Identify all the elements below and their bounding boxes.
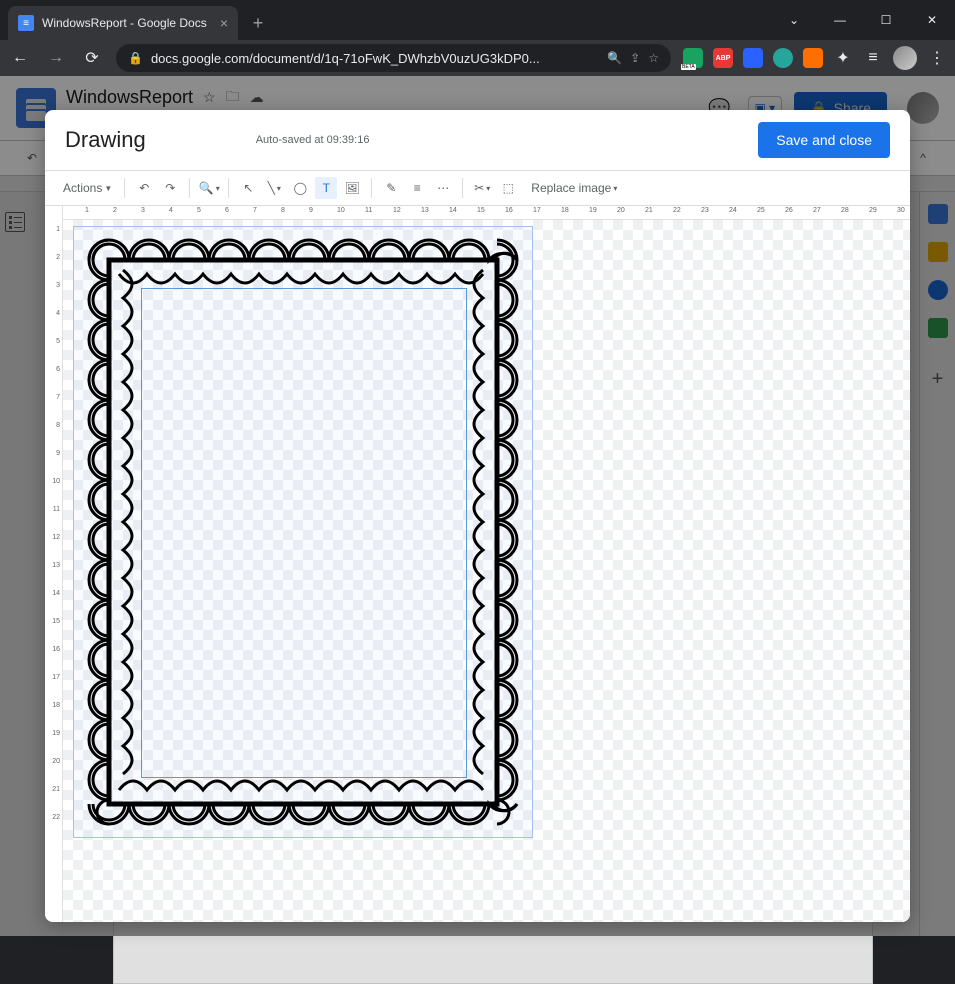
browser-tab[interactable]: ≡ WindowsReport - Google Docs ×	[8, 6, 238, 40]
search-icon[interactable]: 🔍	[607, 51, 622, 65]
image-tool-icon[interactable]: 🖼	[341, 177, 363, 199]
dialog-header: Drawing Auto-saved at 09:39:16 Save and …	[45, 110, 910, 170]
browser-tab-strip: ≡ WindowsReport - Google Docs × + ⌄ — ☐ …	[0, 0, 955, 40]
extension-blue-icon[interactable]	[743, 48, 763, 68]
close-window-icon[interactable]: ✕	[909, 0, 955, 40]
border-dash-icon[interactable]: ⋯	[432, 177, 454, 199]
more-menu-icon[interactable]: ⋮	[927, 48, 947, 68]
back-icon[interactable]: ←	[8, 46, 32, 70]
reload-icon[interactable]: ⟳	[80, 46, 104, 70]
tab-title: WindowsReport - Google Docs	[42, 16, 207, 30]
address-bar[interactable]: 🔒 docs.google.com/document/d/1q-71oFwK_D…	[116, 44, 671, 72]
share-page-icon[interactable]: ⇪	[630, 51, 640, 65]
forward-icon[interactable]: →	[44, 46, 68, 70]
docs-favicon: ≡	[18, 15, 34, 31]
extension-teal-icon[interactable]	[773, 48, 793, 68]
horizontal-ruler[interactable]: 1234567891011121314151617181920212223242…	[63, 206, 910, 220]
drawing-canvas[interactable]	[63, 220, 910, 922]
replace-image-button[interactable]: Replace image ▾	[527, 179, 621, 197]
browser-toolbar: ← → ⟳ 🔒 docs.google.com/document/d/1q-71…	[0, 40, 955, 76]
lock-icon: 🔒	[128, 51, 143, 65]
line-tool-icon[interactable]: ╲▾	[263, 177, 285, 199]
caret-down-icon[interactable]: ⌄	[771, 0, 817, 40]
close-tab-icon[interactable]: ×	[220, 15, 228, 31]
extension-fox-icon[interactable]	[803, 48, 823, 68]
redo-icon[interactable]: ↷	[159, 177, 181, 199]
text-box-icon[interactable]: T	[315, 177, 337, 199]
border-color-icon[interactable]: ✎	[380, 177, 402, 199]
undo-icon[interactable]: ↶	[133, 177, 155, 199]
extension-icons: ABP ✦ ≡ ⋮	[683, 46, 947, 70]
new-tab-button[interactable]: +	[244, 9, 272, 37]
mask-icon[interactable]: ⬚	[497, 177, 519, 199]
save-and-close-button[interactable]: Save and close	[758, 122, 890, 158]
dialog-title: Drawing	[65, 127, 146, 153]
select-tool-icon[interactable]: ↖	[237, 177, 259, 199]
border-weight-icon[interactable]: ≡	[406, 177, 428, 199]
maximize-icon[interactable]: ☐	[863, 0, 909, 40]
text-box-selection[interactable]	[141, 288, 467, 778]
actions-menu[interactable]: Actions ▼	[59, 179, 116, 197]
window-controls: ⌄ — ☐ ✕	[771, 0, 955, 40]
url-text: docs.google.com/document/d/1q-71oFwK_DWh…	[151, 51, 540, 66]
extensions-puzzle-icon[interactable]: ✦	[833, 48, 853, 68]
reading-list-icon[interactable]: ≡	[863, 48, 883, 68]
shape-tool-icon[interactable]: ◯	[289, 177, 311, 199]
crop-icon[interactable]: ✂▾	[471, 177, 493, 199]
zoom-icon[interactable]: 🔍▾	[198, 177, 220, 199]
profile-avatar[interactable]	[893, 46, 917, 70]
extension-beta-icon[interactable]	[683, 48, 703, 68]
drawing-canvas-area: 12345678910111213141516171819202122 1234…	[45, 206, 910, 922]
extension-abp-icon[interactable]: ABP	[713, 48, 733, 68]
vertical-ruler[interactable]: 12345678910111213141516171819202122	[45, 206, 63, 922]
minimize-icon[interactable]: —	[817, 0, 863, 40]
autosave-status: Auto-saved at 09:39:16	[256, 134, 370, 146]
drawing-dialog: Drawing Auto-saved at 09:39:16 Save and …	[45, 110, 910, 922]
star-icon[interactable]: ☆	[648, 51, 659, 65]
drawing-toolbar: Actions ▼ ↶ ↷ 🔍▾ ↖ ╲▾ ◯ T 🖼 ✎ ≡ ⋯ ✂▾ ⬚ R…	[45, 170, 910, 206]
